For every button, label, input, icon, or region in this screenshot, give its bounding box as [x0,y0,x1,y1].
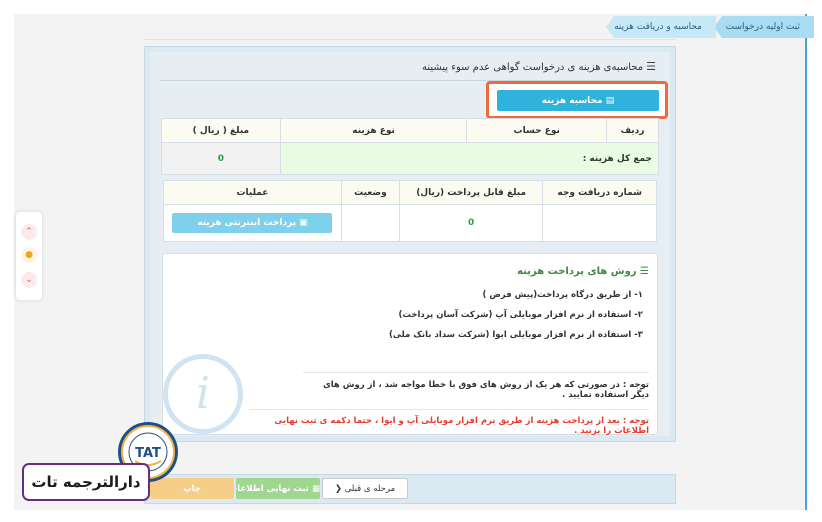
payable-amount-cell: 0 [398,204,544,242]
header-operations: عملیات [163,179,342,206]
cost-table: ردیف نوع حساب نوع هزینه مبلغ ( ریال ) جم… [161,118,660,175]
breadcrumb-step-payment[interactable]: محاسبه و دریافت هزینه [606,16,716,38]
payment-methods-title-text: روش های پرداخت هزینه [517,266,637,277]
header-row-number: ردیف [606,118,659,143]
calculate-cost-label: محاسبه هزینه [541,95,603,106]
total-value: 0 [161,142,281,175]
payment-table-header: شماره دریافت وجه مبلغ قابل پرداخت (ریال)… [163,179,657,206]
header-receipt-number: شماره دریافت وجه [542,179,657,206]
print-label: چاپ [183,483,201,494]
table-row: 0 ▣ پرداخت اینترنتی هزینه [163,204,657,242]
header-cost-type: نوع هزینه [279,118,468,143]
double-chevron-down-icon[interactable]: ⌄ [21,272,37,288]
flame-icon[interactable]: ● [21,247,37,263]
retry-note: توجه : در صورتی که هر یک از روش های فوق … [303,372,649,400]
total-label: جمع کل هزینه : [279,142,660,175]
online-payment-label: پرداخت اینترنتی هزینه [197,218,297,229]
status-cell [340,204,400,242]
method-item: ۳- استفاده از نرم افزار موبایلی ایوا (شر… [389,330,643,340]
scrollbar-edge [805,14,807,510]
page-title: ☰محاسبه‌ی هزینه ی درخواست گواهی عدم سوء … [160,57,656,81]
payment-methods-box: i ☰ روش های پرداخت هزینه ۱- از طریق درگا… [162,253,658,436]
method-item: ۱- از طریق درگاه پرداخت(پیش فرض ) [482,290,643,300]
payment-icon: ▣ [299,218,308,229]
header-account-type: نوع حساب [466,118,608,143]
svg-text:TAT: TAT [135,446,161,461]
side-widget: ⌃ ● ⌄ [16,212,42,300]
header-amount: مبلغ ( ریال ) [161,118,281,143]
chevron-left-icon: ❮ [334,483,342,494]
double-chevron-up-icon[interactable]: ⌃ [21,224,37,240]
previous-step-button[interactable]: مرحله ی قبلی ❮ [322,478,408,499]
final-submit-label: ثبت نهایی اطلاعات [236,483,309,494]
print-button[interactable]: چاپ [150,478,234,499]
final-submit-button[interactable]: ▦ ثبت نهایی اطلاعات [236,478,320,499]
info-icon: i [163,354,243,434]
payment-methods-title: ☰ روش های پرداخت هزینه [517,266,649,277]
cost-table-header: ردیف نوع حساب نوع هزینه مبلغ ( ریال ) [161,118,659,143]
final-submit-warning: توجه : بعد از پرداخت هزینه از طریق نرم ا… [249,409,649,436]
payment-table: شماره دریافت وجه مبلغ قابل پرداخت (ریال)… [163,179,657,242]
breadcrumb: ثبت اولیه درخواست محاسبه و دریافت هزینه [144,14,814,40]
online-payment-button[interactable]: ▣ پرداخت اینترنتی هزینه [172,213,333,234]
operations-cell: ▣ پرداخت اینترنتی هزینه [163,204,342,242]
page-title-text: محاسبه‌ی هزینه ی درخواست گواهی عدم سوء پ… [421,62,644,73]
receipt-number-cell [542,204,657,242]
header-payable-amount: مبلغ قابل پرداخت (ریال) [398,179,544,206]
header-status: وضعیت [340,179,400,206]
breadcrumb-step-initial[interactable]: ثبت اولیه درخواست [714,16,814,38]
calculate-cost-button[interactable]: ▤ محاسبه هزینه [497,90,659,111]
list-icon: ☰ [640,266,649,277]
brand-logo: دارالترجمه تات [22,463,150,501]
previous-step-label: مرحله ی قبلی [344,483,396,494]
calculator-icon: ▤ [605,95,615,106]
list-icon: ☰ [646,60,656,73]
method-item: ۲- استفاده از نرم افزار موبایلی آپ (شرکت… [398,310,643,320]
save-icon: ▦ [311,483,320,494]
total-row: جمع کل هزینه : 0 [161,142,660,175]
